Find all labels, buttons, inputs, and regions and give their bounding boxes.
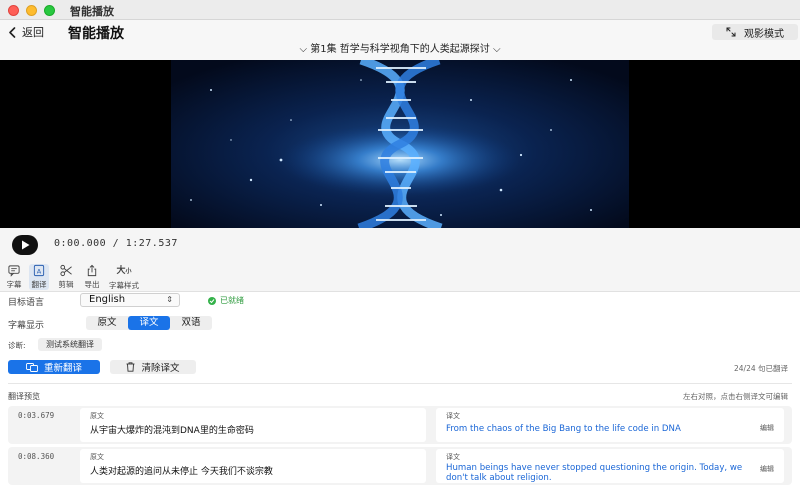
segment-timestamp: 0:03.679 (18, 411, 55, 420)
subtitle-display-label: 字幕显示 (8, 321, 45, 331)
display-option-translation[interactable]: 译文 (128, 316, 170, 330)
translation-preview-hint: 左右对照，点击右侧译文可编辑 (683, 392, 788, 401)
retranslate-button[interactable]: 重新翻译 (8, 360, 100, 374)
select-updown-icon: ⇕ (166, 295, 173, 304)
window-titlebar: 智能播放 (0, 0, 800, 20)
chevron-left-icon (9, 26, 16, 38)
translation-panel: 目标语言 English ⇕ 已就绪 字幕显示 原文 译文 双语 诊断: 测试系… (0, 292, 800, 500)
time-readout: 0:00.000 / 1:27.537 (54, 238, 178, 249)
window-title: 智能播放 (70, 5, 114, 18)
original-label: 原文 (90, 412, 104, 420)
video-player[interactable] (0, 60, 800, 228)
minimize-window-button[interactable] (26, 5, 37, 16)
navigation-bar: 返回 智能播放 观影模式 (0, 20, 800, 44)
tool-translate[interactable]: A 翻译 (29, 264, 49, 290)
ready-status-text: 已就绪 (220, 296, 244, 305)
tool-edit-label: 剪辑 (58, 280, 74, 289)
original-text-box: 原文 从宇宙大爆炸的混沌到DNA里的生命密码 (80, 408, 426, 442)
original-text: 从宇宙大爆炸的混沌到DNA里的生命密码 (90, 426, 254, 436)
target-language-label: 目标语言 (8, 298, 45, 308)
tool-subtitle-style-label: 字幕样式 (109, 281, 139, 290)
translated-count: 24/24 句已翻译 (734, 364, 788, 373)
theater-mode-button[interactable]: 观影模式 (712, 24, 798, 40)
chevron-down-icon: ⌵ (299, 44, 308, 55)
playback-controls: 0:00.000 / 1:27.537 (0, 228, 800, 262)
display-option-original[interactable]: 原文 (86, 316, 128, 330)
clear-translation-button[interactable]: 清除译文 (110, 360, 196, 374)
target-language-value: English (89, 294, 126, 305)
theater-mode-label: 观影模式 (744, 28, 784, 40)
translate-icon: A (33, 264, 45, 277)
video-frame-dna-helix (171, 60, 629, 228)
episode-selector[interactable]: ⌵ 第1集 哲学与科学视角下的人类起源探讨 ⌵ (0, 44, 800, 60)
expand-arrows-icon (726, 27, 736, 37)
translation-text-box[interactable]: 译文 Human beings have never stopped quest… (436, 449, 784, 483)
subtitle-display-toggle: 原文 译文 双语 (86, 316, 212, 330)
zoom-window-button[interactable] (44, 5, 55, 16)
display-option-bilingual[interactable]: 双语 (170, 316, 212, 330)
original-text: 人类对起源的追问从未停止 今天我们不谈宗教 (90, 467, 273, 477)
translation-label: 译文 (446, 412, 460, 420)
retranslate-label: 重新翻译 (43, 363, 82, 374)
subtitle-icon (8, 265, 20, 277)
translation-text[interactable]: From the chaos of the Big Bang to the li… (446, 424, 746, 434)
section-divider (8, 383, 792, 384)
translation-text-box[interactable]: 译文 From the chaos of the Big Bang to the… (436, 408, 784, 442)
share-icon (87, 264, 97, 277)
close-window-button[interactable] (8, 5, 19, 16)
translation-text[interactable]: Human beings have never stopped question… (446, 463, 746, 483)
tool-subtitles[interactable]: 字幕 (4, 264, 24, 290)
tool-export[interactable]: 导出 (82, 264, 102, 290)
segment-timestamp: 0:08.360 (18, 452, 55, 461)
tool-subtitle-style[interactable]: 大小 字幕样式 (106, 264, 142, 290)
page-title: 智能播放 (68, 26, 124, 42)
back-button[interactable]: 返回 (4, 23, 58, 41)
play-button[interactable] (12, 235, 38, 255)
edit-translation-button[interactable]: 编辑 (760, 423, 774, 433)
episode-title: 第1集 哲学与科学视角下的人类起源探讨 (310, 44, 490, 55)
tool-subtitles-label: 字幕 (6, 280, 22, 289)
target-language-select[interactable]: English ⇕ (80, 293, 180, 307)
translation-segment: 0:08.360 原文 人类对起源的追问从未停止 今天我们不谈宗教 译文 Hum… (8, 447, 792, 485)
play-icon (21, 240, 29, 250)
tool-translate-label: 翻译 (31, 280, 47, 289)
scissors-icon (60, 264, 72, 277)
ready-status: 已就绪 (208, 295, 244, 306)
original-label: 原文 (90, 453, 104, 461)
svg-text:A: A (37, 267, 42, 275)
tool-edit[interactable]: 剪辑 (55, 264, 77, 290)
translation-preview-title: 翻译预览 (8, 392, 40, 401)
edit-translation-button[interactable]: 编辑 (760, 464, 774, 474)
translation-label: 译文 (446, 453, 460, 461)
original-text-box: 原文 人类对起源的追问从未停止 今天我们不谈宗教 (80, 449, 426, 483)
check-circle-icon (208, 296, 216, 305)
feature-toolbar: 字幕 A 翻译 剪辑 导出 大小 字幕样式 (0, 262, 800, 292)
translate-badge-icon (26, 362, 38, 372)
chevron-down-icon: ⌵ (492, 44, 501, 55)
test-system-translation-button[interactable]: 测试系统翻译 (38, 338, 102, 351)
tool-export-label: 导出 (84, 280, 100, 289)
back-label: 返回 (22, 26, 44, 39)
font-size-icon: 大小 (116, 266, 132, 276)
translation-segment: 0:03.679 原文 从宇宙大爆炸的混沌到DNA里的生命密码 译文 From … (8, 406, 792, 444)
trash-icon (126, 362, 135, 372)
diagnostic-label: 诊断: (8, 341, 26, 350)
clear-translation-label: 清除译文 (141, 363, 180, 374)
